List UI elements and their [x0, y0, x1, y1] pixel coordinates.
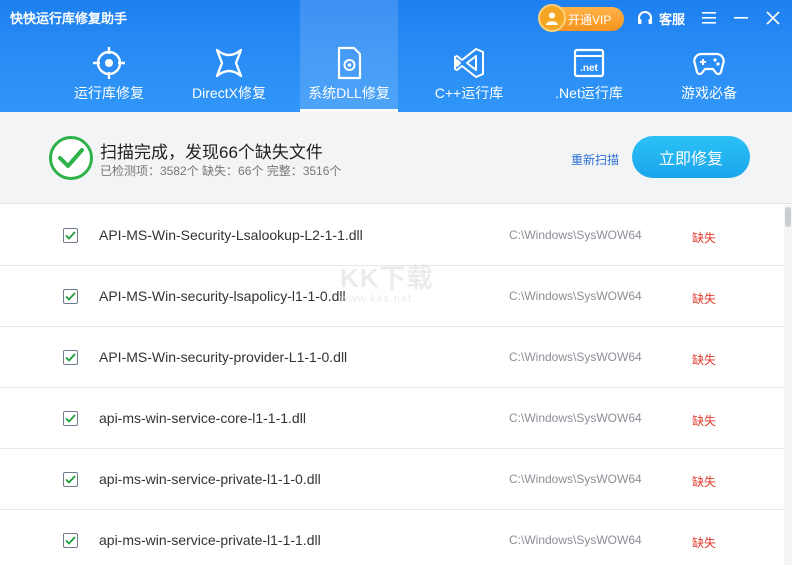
status-badge: 缺失 — [692, 536, 717, 550]
missing-file-list: API-MS-Win-Security-Lsalookup-L2-1-1.dll… — [0, 205, 784, 565]
tab-label: 运行库修复 — [74, 85, 144, 101]
status-badge: 缺失 — [692, 292, 717, 306]
file-path: C:\Windows\SysWOW64 — [509, 533, 642, 547]
table-row[interactable]: api-ms-win-service-private-l1-1-0.dll C:… — [0, 449, 784, 510]
row-checkbox[interactable] — [63, 350, 78, 365]
row-checkbox[interactable] — [63, 289, 78, 304]
file-path: C:\Windows\SysWOW64 — [509, 350, 642, 364]
checkmark-icon — [65, 475, 76, 484]
check-circle-icon — [49, 136, 93, 180]
file-name: api-ms-win-service-private-l1-1-1.dll — [99, 532, 321, 548]
tab-game-essentials[interactable]: 游戏必备 — [649, 0, 769, 112]
checkmark-icon — [65, 536, 76, 545]
target-icon — [93, 47, 125, 79]
file-name: API-MS-Win-security-provider-L1-1-0.dll — [99, 349, 348, 365]
rescan-link[interactable]: 重新扫描 — [571, 151, 619, 168]
scan-status-panel: 扫描完成，发现66个缺失文件 已检测项：3582个 缺失：66个 完整：3516… — [0, 112, 792, 204]
dotnet-icon: .net — [573, 48, 605, 78]
file-path: C:\Windows\SysWOW64 — [509, 411, 642, 425]
tab-cpp-runtime[interactable]: C++运行库 — [409, 0, 529, 112]
scan-result-title: 扫描完成，发现66个缺失文件 — [100, 143, 323, 162]
file-path: C:\Windows\SysWOW64 — [509, 289, 642, 303]
directx-icon — [215, 48, 243, 78]
table-row[interactable]: api-ms-win-service-private-l1-1-1.dll C:… — [0, 510, 784, 565]
tab-system-dll-repair[interactable]: 系统DLL修复 — [300, 0, 398, 112]
gamepad-icon — [693, 52, 725, 76]
status-badge: 缺失 — [692, 231, 717, 245]
checkmark-icon — [65, 353, 76, 362]
row-checkbox[interactable] — [63, 472, 78, 487]
file-name: API-MS-Win-security-lsapolicy-l1-1-0.dll — [99, 288, 346, 304]
file-name: api-ms-win-service-core-l1-1-1.dll — [99, 410, 306, 426]
tab-dotnet-runtime[interactable]: .net .Net运行库 — [529, 0, 649, 112]
title-bar: 快快运行库修复助手 开通VIP 客服 运行库修复 DirectX修复 系统DLL… — [0, 0, 792, 112]
fix-now-button[interactable]: 立即修复 — [632, 136, 750, 178]
checkmark-icon — [65, 231, 76, 240]
scrollbar-thumb[interactable] — [785, 207, 791, 227]
list-scrollbar[interactable] — [784, 205, 792, 565]
file-path: C:\Windows\SysWOW64 — [509, 472, 642, 486]
dll-file-icon — [337, 46, 362, 80]
tab-label: 系统DLL修复 — [308, 85, 390, 101]
visual-studio-icon — [454, 48, 484, 78]
main-tabs: 运行库修复 DirectX修复 系统DLL修复 C++运行库 .net .Net… — [49, 0, 769, 112]
table-row[interactable]: API-MS-Win-Security-Lsalookup-L2-1-1.dll… — [0, 205, 784, 266]
tab-directx-repair[interactable]: DirectX修复 — [169, 0, 289, 112]
tab-label: 游戏必备 — [681, 85, 737, 101]
table-row[interactable]: API-MS-Win-security-provider-L1-1-0.dll … — [0, 327, 784, 388]
checkmark-icon — [65, 292, 76, 301]
row-checkbox[interactable] — [63, 533, 78, 548]
tab-label: C++运行库 — [434, 85, 504, 101]
tab-label: DirectX修复 — [192, 85, 266, 101]
scan-summary: 已检测项：3582个 缺失：66个 完整：3516个 — [100, 164, 342, 178]
checkmark-icon — [65, 414, 76, 423]
file-name: API-MS-Win-Security-Lsalookup-L2-1-1.dll — [99, 227, 363, 243]
row-checkbox[interactable] — [63, 228, 78, 243]
tab-runtime-repair[interactable]: 运行库修复 — [49, 0, 169, 112]
row-checkbox[interactable] — [63, 411, 78, 426]
table-row[interactable]: api-ms-win-service-core-l1-1-1.dll C:\Wi… — [0, 388, 784, 449]
table-row[interactable]: API-MS-Win-security-lsapolicy-l1-1-0.dll… — [0, 266, 784, 327]
tab-label: .Net运行库 — [555, 85, 623, 101]
status-badge: 缺失 — [692, 475, 717, 489]
status-badge: 缺失 — [692, 353, 717, 367]
svg-text:.net: .net — [580, 63, 598, 74]
file-path: C:\Windows\SysWOW64 — [509, 228, 642, 242]
status-badge: 缺失 — [692, 414, 717, 428]
file-name: api-ms-win-service-private-l1-1-0.dll — [99, 471, 321, 487]
